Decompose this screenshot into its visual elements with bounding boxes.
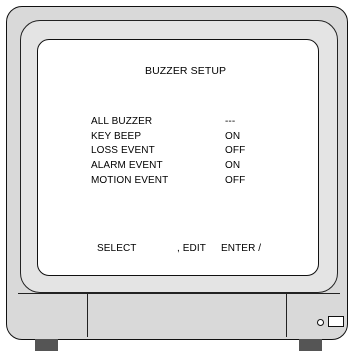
footer-select-hint: SELECT [97,243,137,254]
footer-enter-hint: ENTER / [221,243,262,254]
control-panel [18,293,340,337]
footer-edit-hint: , EDIT [177,243,206,254]
menu-item-label: KEY BEEP [91,131,142,142]
menu-item-value: OFF [225,175,246,186]
power-button[interactable] [328,316,344,327]
menu-item-value: --- [225,116,236,127]
monitor-foot-left [35,339,58,351]
menu-title: BUZZER SETUP [145,65,227,77]
panel-divider [87,293,88,337]
panel-divider [286,293,287,337]
menu-item-value: ON [225,131,241,142]
power-led-icon [317,319,324,326]
menu-item-label: ALARM EVENT [91,160,163,171]
menu-item-value: ON [225,160,241,171]
menu-item-label: LOSS EVENT [91,145,155,156]
menu-item-label: MOTION EVENT [91,175,169,186]
menu-item-label: ALL BUZZER [91,116,153,127]
monitor-foot-right [299,339,322,351]
menu-item-value: OFF [225,145,246,156]
